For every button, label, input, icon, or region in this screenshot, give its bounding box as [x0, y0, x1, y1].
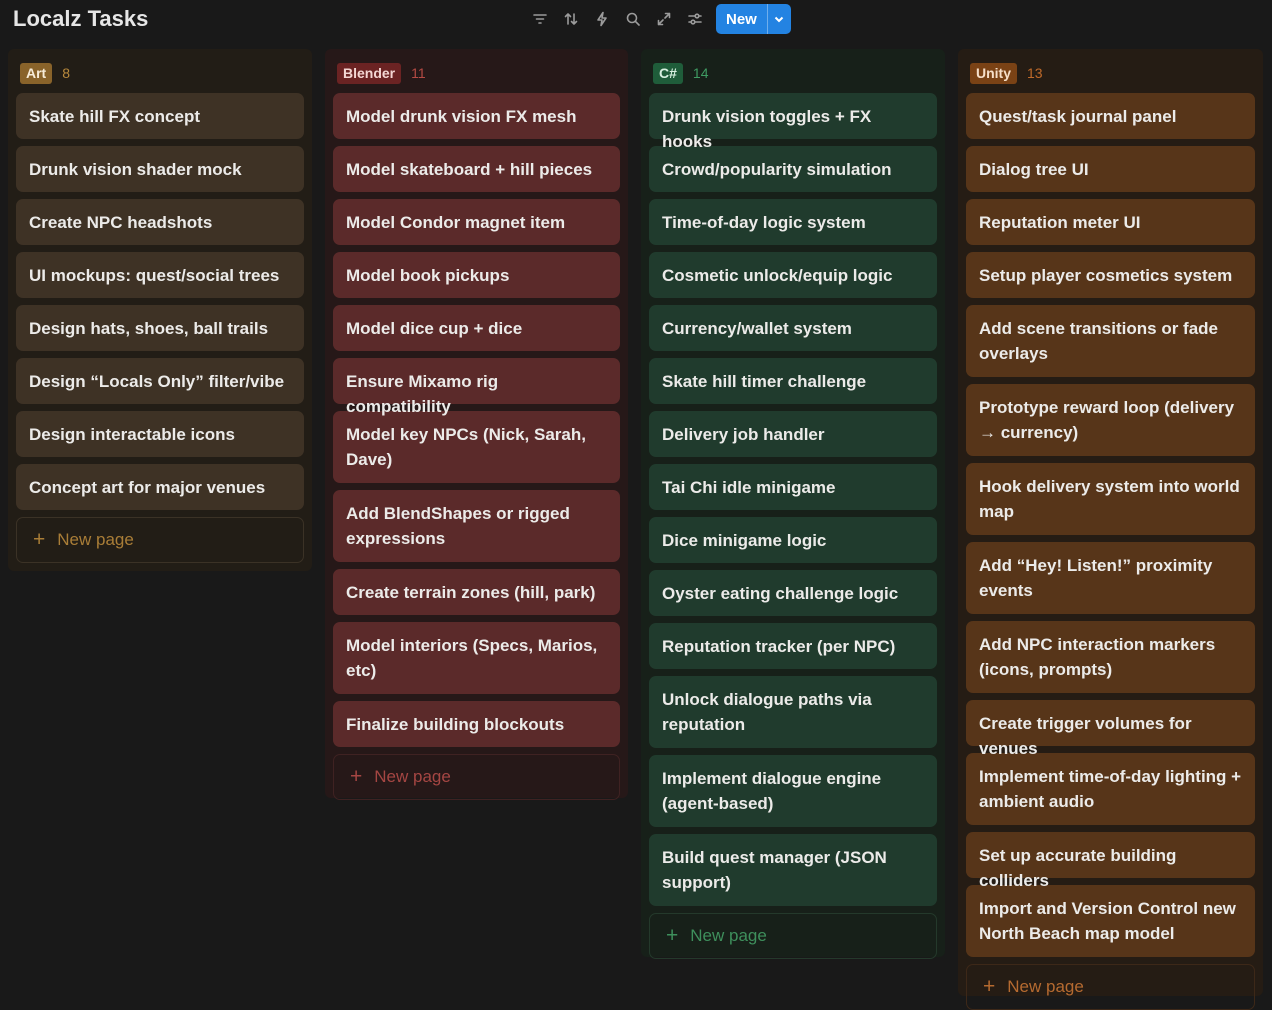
task-card[interactable]: Add NPC interaction markers (icons, prom…	[966, 621, 1255, 693]
task-card[interactable]: Model key NPCs (Nick, Sarah, Dave)	[333, 411, 620, 483]
task-card[interactable]: Add BlendShapes or rigged expressions	[333, 490, 620, 562]
task-card[interactable]: Set up accurate building colliders	[966, 832, 1255, 890]
task-card[interactable]: Add scene transitions or fade overlays	[966, 305, 1255, 377]
task-card[interactable]: Tai Chi idle minigame	[649, 464, 937, 510]
task-card[interactable]: Design “Locals Only” filter/vibe	[16, 358, 304, 404]
task-card[interactable]: Drunk vision shader mock	[16, 146, 304, 192]
task-card[interactable]: Delivery job handler	[649, 411, 937, 457]
task-card[interactable]: Model Condor magnet item	[333, 199, 620, 245]
toolbar: New	[524, 4, 791, 34]
top-bar: Localz Tasks New	[0, 0, 1272, 40]
task-card[interactable]: Implement dialogue engine (agent-based)	[649, 755, 937, 827]
column-unity: Unity 13 Quest/task journal panel Dialog…	[958, 49, 1263, 1010]
column-header: Unity 13	[966, 59, 1255, 87]
task-card[interactable]: Design hats, shoes, ball trails	[16, 305, 304, 351]
filter-icon[interactable]	[524, 4, 555, 34]
task-card[interactable]: Prototype reward loop (delivery → curren…	[966, 384, 1255, 456]
task-card[interactable]: Model book pickups	[333, 252, 620, 298]
task-card[interactable]: Add “Hey! Listen!” proximity events	[966, 542, 1255, 614]
column-art: Art 8 Skate hill FX concept Drunk vision…	[8, 49, 312, 571]
task-card[interactable]: Create trigger volumes for venues	[966, 700, 1255, 758]
new-page-label: New page	[57, 530, 134, 549]
task-card[interactable]: Build quest manager (JSON support)	[649, 834, 937, 906]
task-card[interactable]: Time-of-day logic system	[649, 199, 937, 245]
task-card[interactable]: Model dice cup + dice	[333, 305, 620, 351]
new-page-button[interactable]: + New page	[649, 913, 937, 959]
task-card[interactable]: Concept art for major venues	[16, 464, 304, 510]
column-tag[interactable]: Art	[20, 62, 53, 84]
lightning-icon[interactable]	[586, 4, 617, 34]
column-tag[interactable]: C#	[653, 62, 683, 84]
new-page-button[interactable]: + New page	[966, 964, 1255, 1010]
task-card[interactable]: Oyster eating challenge logic	[649, 570, 937, 616]
task-card[interactable]: Ensure Mixamo rig compatibility	[333, 358, 620, 416]
task-card[interactable]: Create terrain zones (hill, park)	[333, 569, 620, 615]
column-header: Art 8	[16, 59, 304, 87]
column-count: 13	[1027, 65, 1043, 81]
expand-icon[interactable]	[648, 4, 679, 34]
column-blender: Blender 11 Model drunk vision FX mesh Mo…	[325, 49, 628, 800]
plus-icon: +	[666, 924, 679, 947]
column-tag[interactable]: Unity	[970, 62, 1017, 84]
new-page-label: New page	[1007, 977, 1084, 996]
task-card[interactable]: Drunk vision toggles + FX hooks	[649, 93, 937, 151]
task-card[interactable]: Quest/task journal panel	[966, 93, 1255, 139]
column-csharp: C# 14 Drunk vision toggles + FX hooks Cr…	[641, 49, 945, 959]
new-page-button[interactable]: + New page	[16, 517, 304, 563]
task-card[interactable]: Reputation tracker (per NPC)	[649, 623, 937, 669]
column-header: Blender 11	[333, 59, 620, 87]
plus-icon: +	[350, 765, 363, 788]
new-page-label: New page	[690, 926, 767, 945]
column-tag[interactable]: Blender	[337, 62, 402, 84]
page-title: Localz Tasks	[13, 6, 149, 31]
column-count: 14	[692, 65, 709, 81]
task-card[interactable]: Setup player cosmetics system	[966, 252, 1255, 298]
task-card[interactable]: Unlock dialogue paths via reputation	[649, 676, 937, 748]
task-card[interactable]: Skate hill timer challenge	[649, 358, 937, 404]
new-dropdown-button[interactable]	[766, 4, 791, 34]
new-page-button[interactable]: + New page	[333, 754, 620, 800]
task-card[interactable]: Model drunk vision FX mesh	[333, 93, 620, 139]
task-card[interactable]: UI mockups: quest/social trees	[16, 252, 304, 298]
column-count: 11	[411, 65, 426, 81]
column-header: C# 14	[649, 59, 937, 87]
new-button-group: New	[716, 4, 791, 34]
settings-sliders-icon[interactable]	[679, 4, 710, 34]
chevron-down-icon	[775, 16, 784, 23]
search-icon[interactable]	[617, 4, 648, 34]
task-card[interactable]: Create NPC headshots	[16, 199, 304, 245]
task-card[interactable]: Design interactable icons	[16, 411, 304, 457]
new-page-label: New page	[374, 767, 451, 786]
task-card[interactable]: Reputation meter UI	[966, 199, 1255, 245]
new-button[interactable]: New	[716, 4, 767, 34]
task-card[interactable]: Dice minigame logic	[649, 517, 937, 563]
sort-icon[interactable]	[555, 4, 586, 34]
task-card[interactable]: Model interiors (Specs, Marios, etc)	[333, 622, 620, 694]
plus-icon: +	[983, 975, 996, 998]
task-card[interactable]: Implement time-of-day lighting + ambient…	[966, 753, 1255, 825]
task-card[interactable]: Finalize building blockouts	[333, 701, 620, 747]
task-card[interactable]: Import and Version Control new North Bea…	[966, 885, 1255, 957]
task-card[interactable]: Currency/wallet system	[649, 305, 937, 351]
plus-icon: +	[33, 528, 46, 551]
task-card[interactable]: Skate hill FX concept	[16, 93, 304, 139]
task-card[interactable]: Hook delivery system into world map	[966, 463, 1255, 535]
task-card[interactable]: Model skateboard + hill pieces	[333, 146, 620, 192]
column-count: 8	[62, 65, 71, 81]
task-card[interactable]: Cosmetic unlock/equip logic	[649, 252, 937, 298]
task-card[interactable]: Dialog tree UI	[966, 146, 1255, 192]
